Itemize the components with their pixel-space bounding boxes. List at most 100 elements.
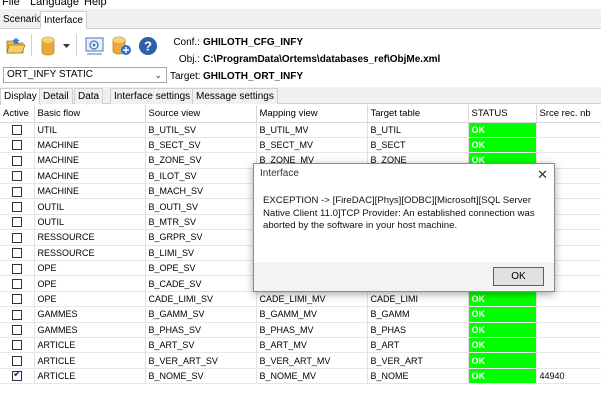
obj-label: Obj.: (178, 54, 200, 65)
active-checkbox[interactable] (12, 186, 22, 197)
active-checkbox[interactable] (12, 248, 22, 259)
tab-interface-settings[interactable]: Interface settings (110, 88, 195, 104)
source-view-cell: B_OUTI_SV (145, 198, 257, 215)
status-cell: OK (468, 306, 537, 323)
table-row[interactable]: GAMMES B_PHAS_SV B_PHAS_MV B_PHAS OK (0, 322, 601, 338)
table-row[interactable]: ARTICLE B_VER_ART_SV B_VER_ART_MV B_VER_ART… (0, 352, 601, 369)
active-cell (0, 198, 35, 215)
active-checkbox[interactable] (12, 140, 22, 151)
status-cell: OK (468, 337, 537, 354)
basic-flow-cell: GAMMES (34, 322, 146, 338)
basic-flow-cell: OPE (34, 275, 146, 292)
table-row[interactable]: ARTICLEB_NOME_SVB_NOME_MVB_NOMEOK44940 (0, 368, 601, 385)
menu-language[interactable]: Language (30, 0, 79, 8)
basic-flow-cell: RESSOURCE (34, 245, 146, 262)
active-checkbox[interactable] (12, 278, 22, 289)
active-cell (0, 352, 35, 369)
active-checkbox[interactable] (12, 294, 22, 305)
mapping-view-cell: B_SECT_MV (256, 137, 368, 154)
active-cell (0, 152, 35, 169)
basic-flow-cell: OPE (34, 260, 146, 277)
active-checkbox[interactable] (12, 263, 22, 274)
sub-tabs: Display Detail Data Interface settings M… (0, 87, 601, 105)
dropdown-arrow-icon[interactable] (62, 43, 71, 49)
col-target-table[interactable]: Target table (367, 105, 469, 123)
basic-flow-cell: MACHINE (34, 152, 146, 169)
target-value: GHILOTH_ORT_INFY (203, 71, 304, 82)
table-row[interactable]: MACHINE B_SECT_SV B_SECT_MV B_SECT OK (0, 137, 601, 154)
active-cell (0, 368, 35, 385)
col-basic-flow[interactable]: Basic flow (34, 105, 146, 123)
source-view-cell: B_ART_SV (145, 337, 257, 354)
source-view-cell: B_MACH_SV (145, 183, 257, 200)
target-table-cell: CADE_LIMI (367, 291, 469, 308)
active-checkbox[interactable] (12, 217, 22, 228)
basic-flow-cell: OPE (34, 291, 146, 308)
col-mapping-view[interactable]: Mapping view (256, 105, 368, 123)
table-row[interactable]: GAMMES B_GAMM_SV B_GAMM_MV B_GAMM OK (0, 306, 601, 323)
active-checkbox[interactable] (12, 309, 22, 320)
close-icon[interactable]: ✕ (537, 165, 548, 185)
tab-detail[interactable]: Detail (39, 88, 73, 104)
active-checkbox[interactable] (12, 369, 22, 382)
status-cell: OK (468, 322, 537, 338)
table-row[interactable]: OPE CADE_LIMI_SV CADE_LIMI_MV CADE_LIMI OK (0, 291, 601, 308)
database-icon[interactable] (41, 36, 55, 56)
active-checkbox[interactable] (12, 355, 22, 366)
active-checkbox[interactable] (12, 340, 22, 351)
tab-scenario[interactable]: Scenario (0, 11, 45, 29)
srce-rec-nb-cell (536, 122, 601, 138)
active-cell (0, 122, 35, 138)
ok-button[interactable]: OK (493, 267, 544, 286)
active-cell (0, 168, 35, 185)
active-checkbox[interactable] (12, 155, 22, 166)
active-cell (0, 260, 35, 277)
menu-file[interactable]: File (2, 0, 20, 8)
tab-data[interactable]: Data (74, 88, 104, 104)
mapping-view-cell: B_UTIL_MV (256, 122, 368, 138)
source-view-cell: B_LIMI_SV (145, 245, 257, 262)
active-cell (0, 322, 35, 338)
col-srce-rec-nb[interactable]: Srce rec. nb (536, 105, 601, 123)
basic-flow-cell: ARTICLE (34, 337, 146, 354)
basic-flow-cell: UTIL (34, 122, 146, 138)
col-active[interactable]: Active (0, 105, 35, 123)
table-row[interactable]: UTIL B_UTIL_SV B_UTIL_MV B_UTIL OK (0, 122, 601, 138)
dialog-body: EXCEPTION -> [FireDAC][Phys][ODBC][Micro… (254, 184, 554, 262)
tab-interface[interactable]: Interface (40, 11, 87, 29)
source-view-cell: B_UTIL_SV (145, 122, 257, 138)
basic-flow-cell: OUTIL (34, 214, 146, 231)
menu-help[interactable]: Help (84, 0, 107, 8)
active-checkbox[interactable] (12, 325, 22, 336)
table-row[interactable]: ARTICLE B_ART_SV B_ART_MV B_ART OK (0, 337, 601, 354)
active-checkbox[interactable] (12, 171, 22, 182)
mapping-view-cell: B_NOME_MV (256, 368, 368, 385)
chevron-down-icon[interactable]: ⌄ (154, 68, 162, 82)
database-add-icon[interactable] (112, 36, 132, 56)
settings-map-icon[interactable] (84, 36, 106, 56)
dialog-message: EXCEPTION -> [FireDAC][Phys][ODBC][Micro… (263, 195, 535, 231)
active-cell (0, 214, 35, 231)
active-checkbox[interactable] (12, 201, 22, 212)
source-view-cell: B_OPE_SV (145, 260, 257, 277)
tab-display[interactable]: Display (0, 88, 41, 105)
open-folder-icon[interactable] (6, 37, 26, 55)
target-table-cell: B_PHAS (367, 322, 469, 338)
target-label: Target: (170, 71, 201, 82)
tab-message-settings[interactable]: Message settings (192, 88, 278, 104)
source-view-cell: B_VER_ART_SV (145, 352, 257, 369)
active-cell (0, 337, 35, 354)
col-status[interactable]: STATUS (468, 105, 537, 123)
status-cell: OK (468, 368, 537, 385)
help-icon[interactable]: ? (138, 36, 158, 56)
active-checkbox[interactable] (12, 125, 22, 135)
active-checkbox[interactable] (12, 232, 22, 243)
grid-header: Active Basic flow Source view Mapping vi… (0, 105, 601, 123)
dialog-title: Interface (260, 168, 299, 179)
interface-select[interactable]: ORT_INFY STATIC ⌄ (3, 67, 167, 83)
mapping-view-cell: B_GAMM_MV (256, 306, 368, 323)
active-cell (0, 245, 35, 262)
source-view-cell: B_MTR_SV (145, 214, 257, 231)
srce-rec-nb-cell (536, 322, 601, 338)
col-source-view[interactable]: Source view (145, 105, 257, 123)
